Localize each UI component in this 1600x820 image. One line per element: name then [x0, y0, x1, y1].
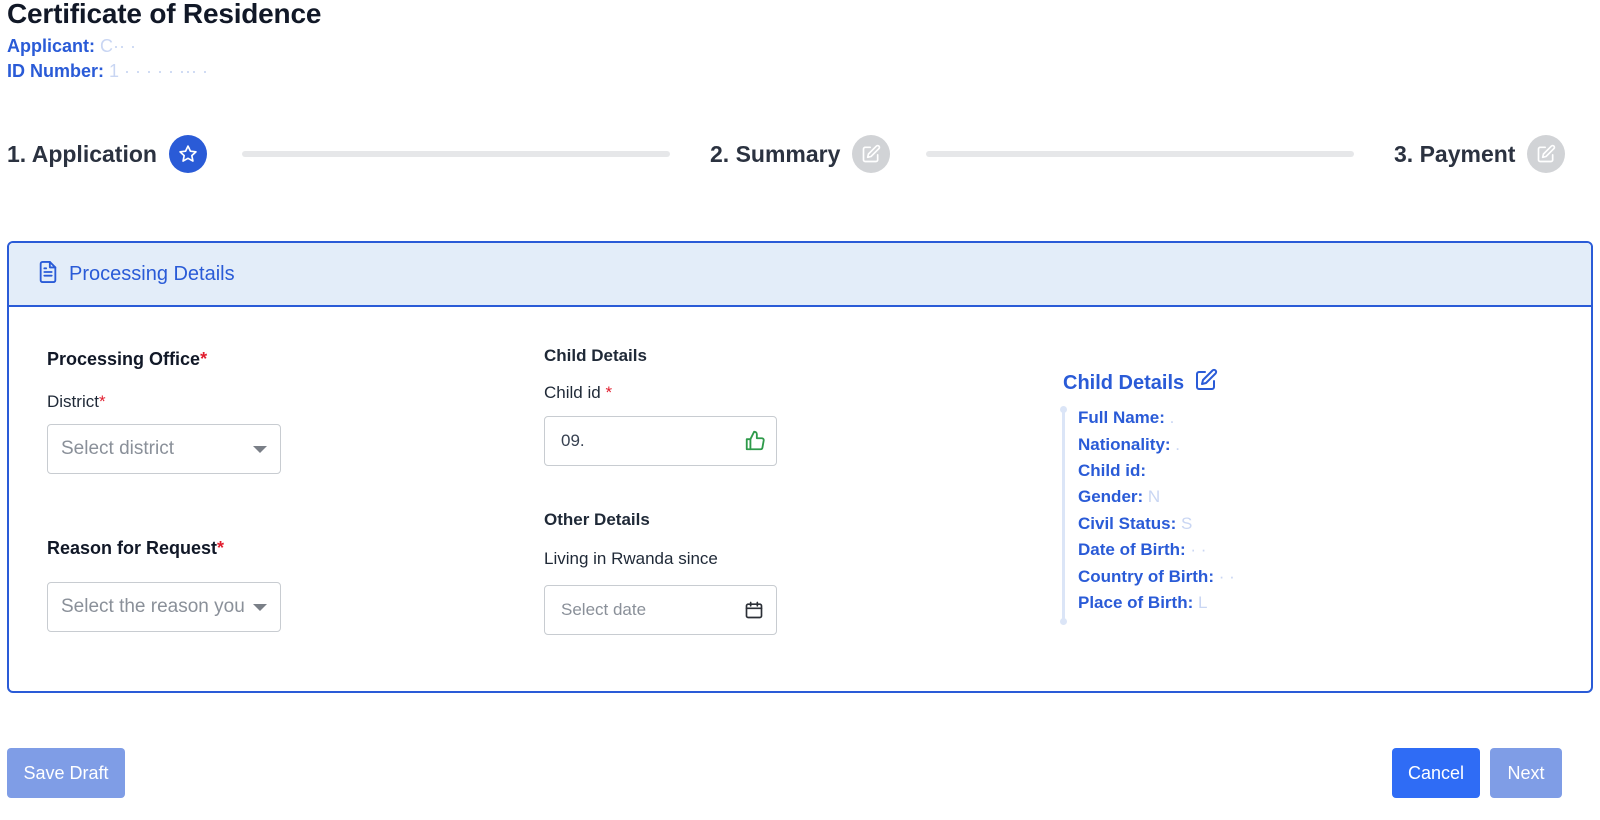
- edit-icon: [1527, 135, 1566, 173]
- step-summary[interactable]: 2. Summary: [710, 135, 891, 173]
- calendar-icon: [744, 600, 766, 622]
- step-application[interactable]: 1. Application: [7, 135, 207, 173]
- id-number-value: 1 · · · · · ··· ·: [109, 61, 208, 81]
- thumbs-up-icon: [744, 430, 766, 452]
- child-details-form-title: Child Details: [544, 346, 647, 365]
- applicant-label: Applicant:: [7, 36, 95, 56]
- district-select[interactable]: Select district: [47, 424, 281, 474]
- required-mark: *: [605, 383, 613, 402]
- details-timeline: [1060, 406, 1067, 625]
- cancel-button[interactable]: Cancel: [1392, 748, 1480, 798]
- detail-label: Full Name:: [1078, 408, 1165, 427]
- living-since-date-input[interactable]: Select date: [544, 585, 777, 635]
- processing-office-label: Processing Office: [47, 349, 201, 369]
- edit-icon: [852, 135, 891, 173]
- date-placeholder: Select date: [561, 600, 647, 619]
- step-connector: [242, 151, 670, 157]
- chevron-down-icon: [253, 604, 267, 611]
- detail-child-id: Child id:: [1078, 461, 1146, 481]
- step-label: 2. Summary: [710, 140, 841, 167]
- save-draft-button[interactable]: Save Draft: [7, 748, 125, 798]
- processing-office-title: Processing Office*: [47, 349, 207, 370]
- detail-value: .: [1170, 435, 1181, 454]
- other-details-title: Other Details: [544, 510, 650, 529]
- detail-label: Place of Birth:: [1078, 593, 1194, 612]
- living-since-label: Living in Rwanda since: [544, 549, 718, 568]
- detail-value: · ·: [1213, 567, 1235, 586]
- applicant-value: C·· ·: [100, 36, 136, 56]
- detail-value: S: [1176, 514, 1193, 533]
- edit-icon[interactable]: [1194, 368, 1218, 398]
- reason-select[interactable]: Select the reason you: [47, 582, 281, 632]
- detail-value: L: [1193, 593, 1208, 612]
- child-id-input[interactable]: 09.: [544, 416, 777, 466]
- id-number-line: ID Number: 1 · · · · · ··· ·: [7, 61, 208, 82]
- card-title: Processing Details: [69, 262, 235, 285]
- detail-label: Child id:: [1078, 461, 1146, 480]
- id-number-label: ID Number:: [7, 61, 105, 81]
- detail-label: Country of Birth:: [1078, 567, 1214, 586]
- required-mark: *: [217, 538, 225, 558]
- child-id-label-text: Child id: [544, 383, 601, 402]
- applicant-line: Applicant: C·· ·: [7, 36, 136, 57]
- detail-gender: Gender: N: [1078, 487, 1160, 507]
- star-icon: [168, 135, 207, 173]
- detail-label: Gender:: [1078, 487, 1144, 506]
- card-header: Processing Details: [9, 243, 1591, 307]
- detail-label: Date of Birth:: [1078, 540, 1186, 559]
- district-label: District*: [47, 392, 106, 412]
- reason-title: Reason for Request*: [47, 538, 224, 559]
- reason-select-placeholder: Select the reason you: [61, 596, 245, 617]
- child-details-panel-title-text: Child Details: [1063, 371, 1185, 394]
- step-label: 3. Payment: [1394, 140, 1516, 167]
- next-button[interactable]: Next: [1490, 748, 1562, 798]
- child-id-value: 09.: [561, 431, 585, 450]
- detail-value: · ·: [1185, 540, 1207, 559]
- step-label: 1. Application: [7, 140, 157, 167]
- child-id-label: Child id *: [544, 383, 612, 403]
- reason-title-text: Reason for Request: [47, 538, 218, 558]
- district-label-text: District: [47, 392, 99, 411]
- chevron-down-icon: [253, 446, 267, 453]
- detail-civil-status: Civil Status: S: [1078, 514, 1192, 534]
- detail-full-name: Full Name: .: [1078, 408, 1174, 428]
- step-connector: [926, 151, 1354, 157]
- timeline-dot: [1060, 406, 1067, 413]
- detail-label: Nationality:: [1078, 435, 1171, 454]
- page-title: Certificate of Residence: [7, 0, 322, 29]
- required-mark: *: [200, 349, 208, 369]
- district-select-placeholder: Select district: [61, 438, 174, 459]
- detail-value: .: [1164, 408, 1175, 427]
- document-icon: [37, 260, 59, 289]
- detail-value: N: [1143, 487, 1161, 506]
- child-details-panel-title: Child Details: [1063, 368, 1218, 398]
- detail-place-of-birth: Place of Birth: L: [1078, 593, 1207, 613]
- detail-date-of-birth: Date of Birth: · ·: [1078, 540, 1206, 560]
- required-mark: *: [98, 392, 106, 411]
- step-payment[interactable]: 3. Payment: [1394, 135, 1566, 173]
- detail-nationality: Nationality: .: [1078, 435, 1180, 455]
- detail-label: Civil Status:: [1078, 514, 1177, 533]
- detail-country-of-birth: Country of Birth: · ·: [1078, 567, 1235, 587]
- timeline-dot: [1060, 618, 1067, 625]
